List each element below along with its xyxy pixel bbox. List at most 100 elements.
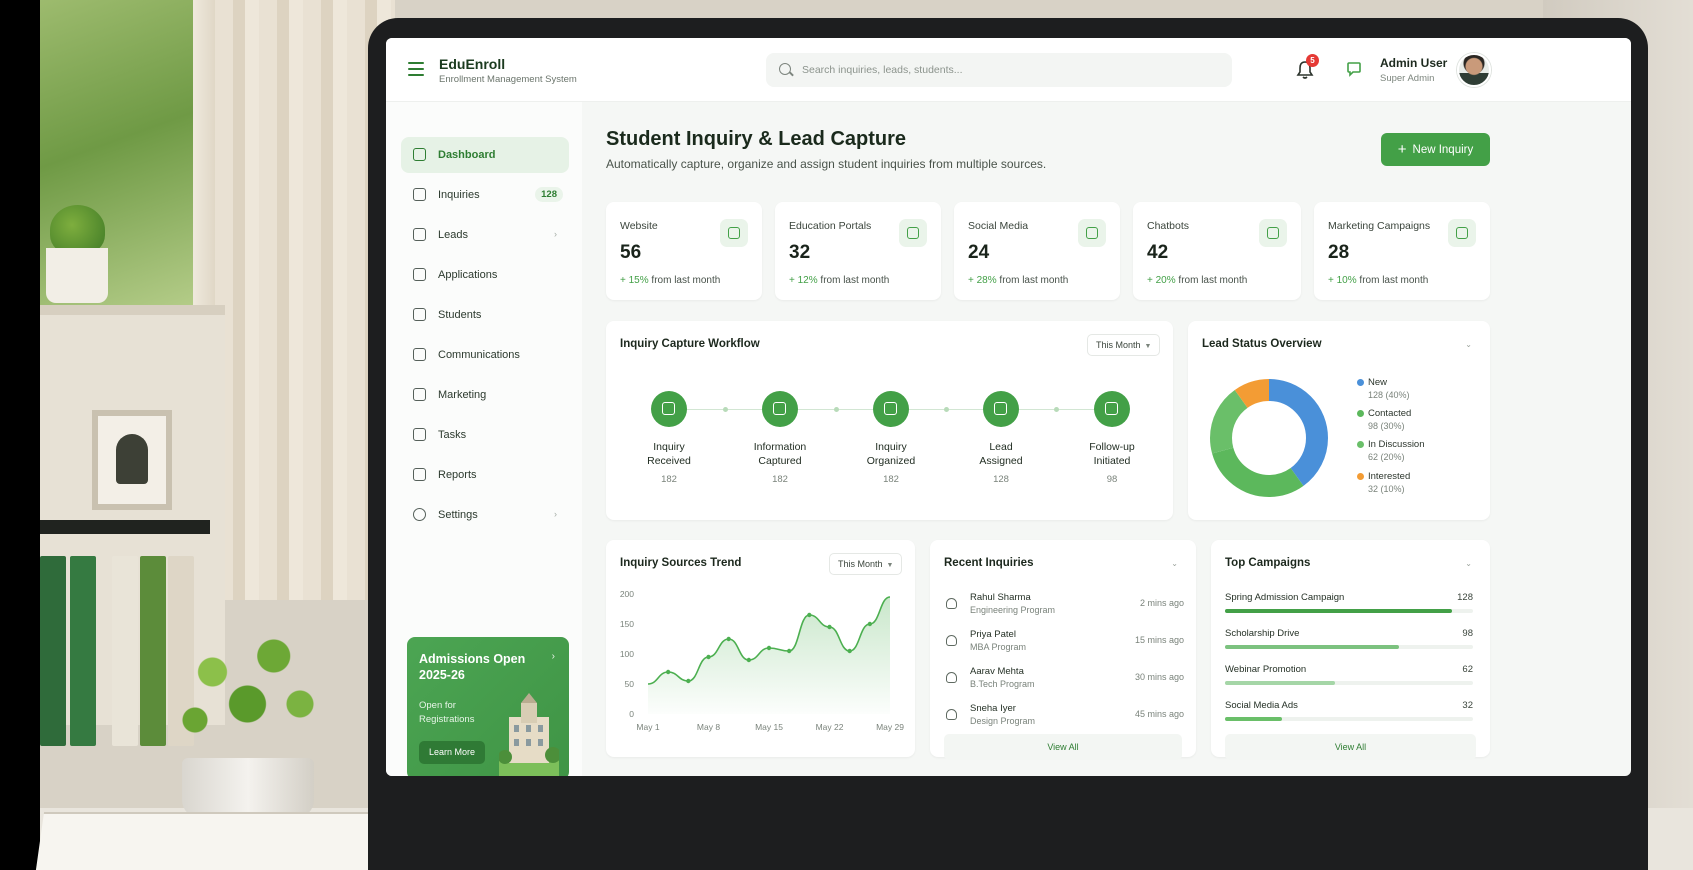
bot-icon <box>1259 219 1287 247</box>
stat-value: 28 <box>1328 242 1350 263</box>
step-count: 182 <box>883 474 899 485</box>
step-label: Lead Assigned <box>951 440 1051 468</box>
step-label-line: Assigned <box>979 455 1023 467</box>
stat-change-value: + 12% <box>789 275 818 286</box>
search-input[interactable] <box>802 53 1222 87</box>
inquiry-time: 15 mins ago <box>1134 635 1184 645</box>
share-icon <box>1078 219 1106 247</box>
stat-value: 24 <box>968 242 990 263</box>
form-icon[interactable] <box>762 391 798 427</box>
inquiry-time: 30 mins ago <box>1134 672 1184 682</box>
list-item[interactable]: Aarav Mehta B.Tech Program 30 mins ago <box>944 666 1184 696</box>
new-inquiry-button[interactable]: + New Inquiry <box>1381 133 1490 166</box>
sidebar-item-label: Leads <box>438 229 468 241</box>
page-title: Student Inquiry & Lead Capture <box>606 128 907 150</box>
campaign-row[interactable]: Scholarship Drive 98 <box>1225 628 1473 649</box>
trend-area <box>648 597 890 714</box>
count-badge: 128 <box>535 187 563 202</box>
stat-card-social-media[interactable]: Social Media 24 + 28% from last month <box>954 202 1120 300</box>
sidebar-item-inquiries[interactable]: Inquiries 128 <box>401 177 569 213</box>
stat-value: 32 <box>789 242 811 263</box>
legend-item-in-discussion: In Discussion 62 (20%) <box>1357 439 1425 462</box>
list-item[interactable]: Sneha Iyer Design Program 45 mins ago <box>944 703 1184 733</box>
sidebar-item-communications[interactable]: Communications <box>401 337 569 373</box>
gear-icon <box>413 508 426 521</box>
photo-frame <box>92 410 172 510</box>
chevron-down-icon[interactable]: ⌄ <box>1171 559 1178 568</box>
sidebar-item-label: Tasks <box>438 429 467 441</box>
x-tick-label: May 15 <box>755 722 783 732</box>
trend-period-dropdown[interactable]: This Month ▼ <box>829 553 903 575</box>
campaign-value: 62 <box>1462 664 1473 675</box>
step-label: Information Captured <box>730 440 830 468</box>
campaign-row[interactable]: Social Media Ads 32 <box>1225 700 1473 721</box>
stat-card-chatbots[interactable]: Chatbots 42 + 20% from last month <box>1133 202 1301 300</box>
inquiry-name: Rahul Sharma <box>970 592 1031 603</box>
campaign-name: Social Media Ads <box>1225 700 1298 711</box>
chevron-right-icon: › <box>551 651 555 662</box>
trend-point <box>766 645 772 651</box>
shelf-board <box>40 520 210 534</box>
campaign-name: Spring Admission Campaign <box>1225 592 1345 603</box>
x-tick-label: May 29 <box>876 722 904 732</box>
sidebar-item-tasks[interactable]: Tasks <box>401 417 569 453</box>
legend-detail: 32 (10%) <box>1368 484 1405 494</box>
stat-label: Website <box>620 220 658 232</box>
sidebar-item-marketing[interactable]: Marketing <box>401 377 569 413</box>
trend-point <box>726 636 731 642</box>
sidebar-item-students[interactable]: Students <box>401 297 569 333</box>
campaign-progress-fill <box>1225 681 1335 685</box>
chevron-down-icon: ▼ <box>886 562 894 569</box>
menu-icon[interactable] <box>408 62 424 76</box>
list-item[interactable]: Priya Patel MBA Program 15 mins ago <box>944 629 1184 659</box>
step-count: 182 <box>772 474 788 485</box>
campaign-value: 32 <box>1462 700 1473 711</box>
stat-card-education-portals[interactable]: Education Portals 32 + 12% from last mon… <box>775 202 941 300</box>
sidebar-item-label: Marketing <box>438 389 487 401</box>
chevron-down-icon[interactable]: ⌄ <box>1465 559 1472 568</box>
folder-icon[interactable] <box>873 391 909 427</box>
chevron-down-icon[interactable]: ⌄ <box>1465 340 1472 349</box>
campaign-row[interactable]: Spring Admission Campaign 128 <box>1225 592 1473 613</box>
y-tick-label: 50 <box>625 679 635 689</box>
workflow-dot <box>1054 407 1059 412</box>
sidebar-item-applications[interactable]: Applications <box>401 257 569 293</box>
avatar[interactable] <box>1457 53 1491 87</box>
stat-label: Education Portals <box>789 220 872 232</box>
stat-value: 56 <box>620 242 642 263</box>
view-all-inquiries-button[interactable]: View All <box>944 734 1182 760</box>
sidebar-item-reports[interactable]: Reports <box>401 457 569 493</box>
campaign-row[interactable]: Webinar Promotion 62 <box>1225 664 1473 685</box>
search-icon <box>779 63 791 75</box>
trend-card: Inquiry Sources Trend This Month ▼ 0 50 100… <box>606 540 915 757</box>
sidebar-item-dashboard[interactable]: Dashboard <box>401 137 569 173</box>
inquiry-program: Design Program <box>970 716 1036 726</box>
stat-card-marketing-campaigns[interactable]: Marketing Campaigns 28 + 10% from last m… <box>1314 202 1490 300</box>
campaign-value: 128 <box>1457 592 1473 603</box>
view-all-campaigns-button[interactable]: View All <box>1225 734 1476 760</box>
chat-icon <box>413 348 426 361</box>
step-label-line: Lead <box>989 441 1013 453</box>
step-count: 98 <box>1106 474 1118 485</box>
user-name: Admin User <box>1380 56 1448 70</box>
workflow-period-dropdown[interactable]: This Month ▼ <box>1087 334 1161 356</box>
megaphone-icon <box>413 388 426 401</box>
step-label-line: Organized <box>866 455 916 467</box>
phone-icon[interactable] <box>1094 391 1130 427</box>
sidebar-item-leads[interactable]: Leads › <box>401 217 569 253</box>
trend-chart: 0 50 100 150 200 May 1 May 8 May 15 May 22 May 29 <box>620 589 904 732</box>
inbox-icon[interactable] <box>651 391 687 427</box>
learn-more-button[interactable]: Learn More <box>419 741 485 764</box>
stat-card-website[interactable]: Website 56 + 15% from last month <box>606 202 762 300</box>
stat-change: + 12% from last month <box>789 275 889 286</box>
sidebar-item-settings[interactable]: Settings › <box>401 497 569 533</box>
new-inquiry-label: New Inquiry <box>1412 144 1474 156</box>
list-item[interactable]: Rahul Sharma Engineering Program 2 mins … <box>944 592 1184 622</box>
assign-icon[interactable] <box>983 391 1019 427</box>
checklist-icon <box>413 428 426 441</box>
message-icon[interactable] <box>1346 61 1362 77</box>
sidebar-item-label: Settings <box>438 509 478 521</box>
file-icon <box>413 268 426 281</box>
legend-item-new: New 128 (40%) <box>1357 377 1410 400</box>
workflow-step-inquiry-received: Inquiry Received 182 <box>619 391 719 485</box>
